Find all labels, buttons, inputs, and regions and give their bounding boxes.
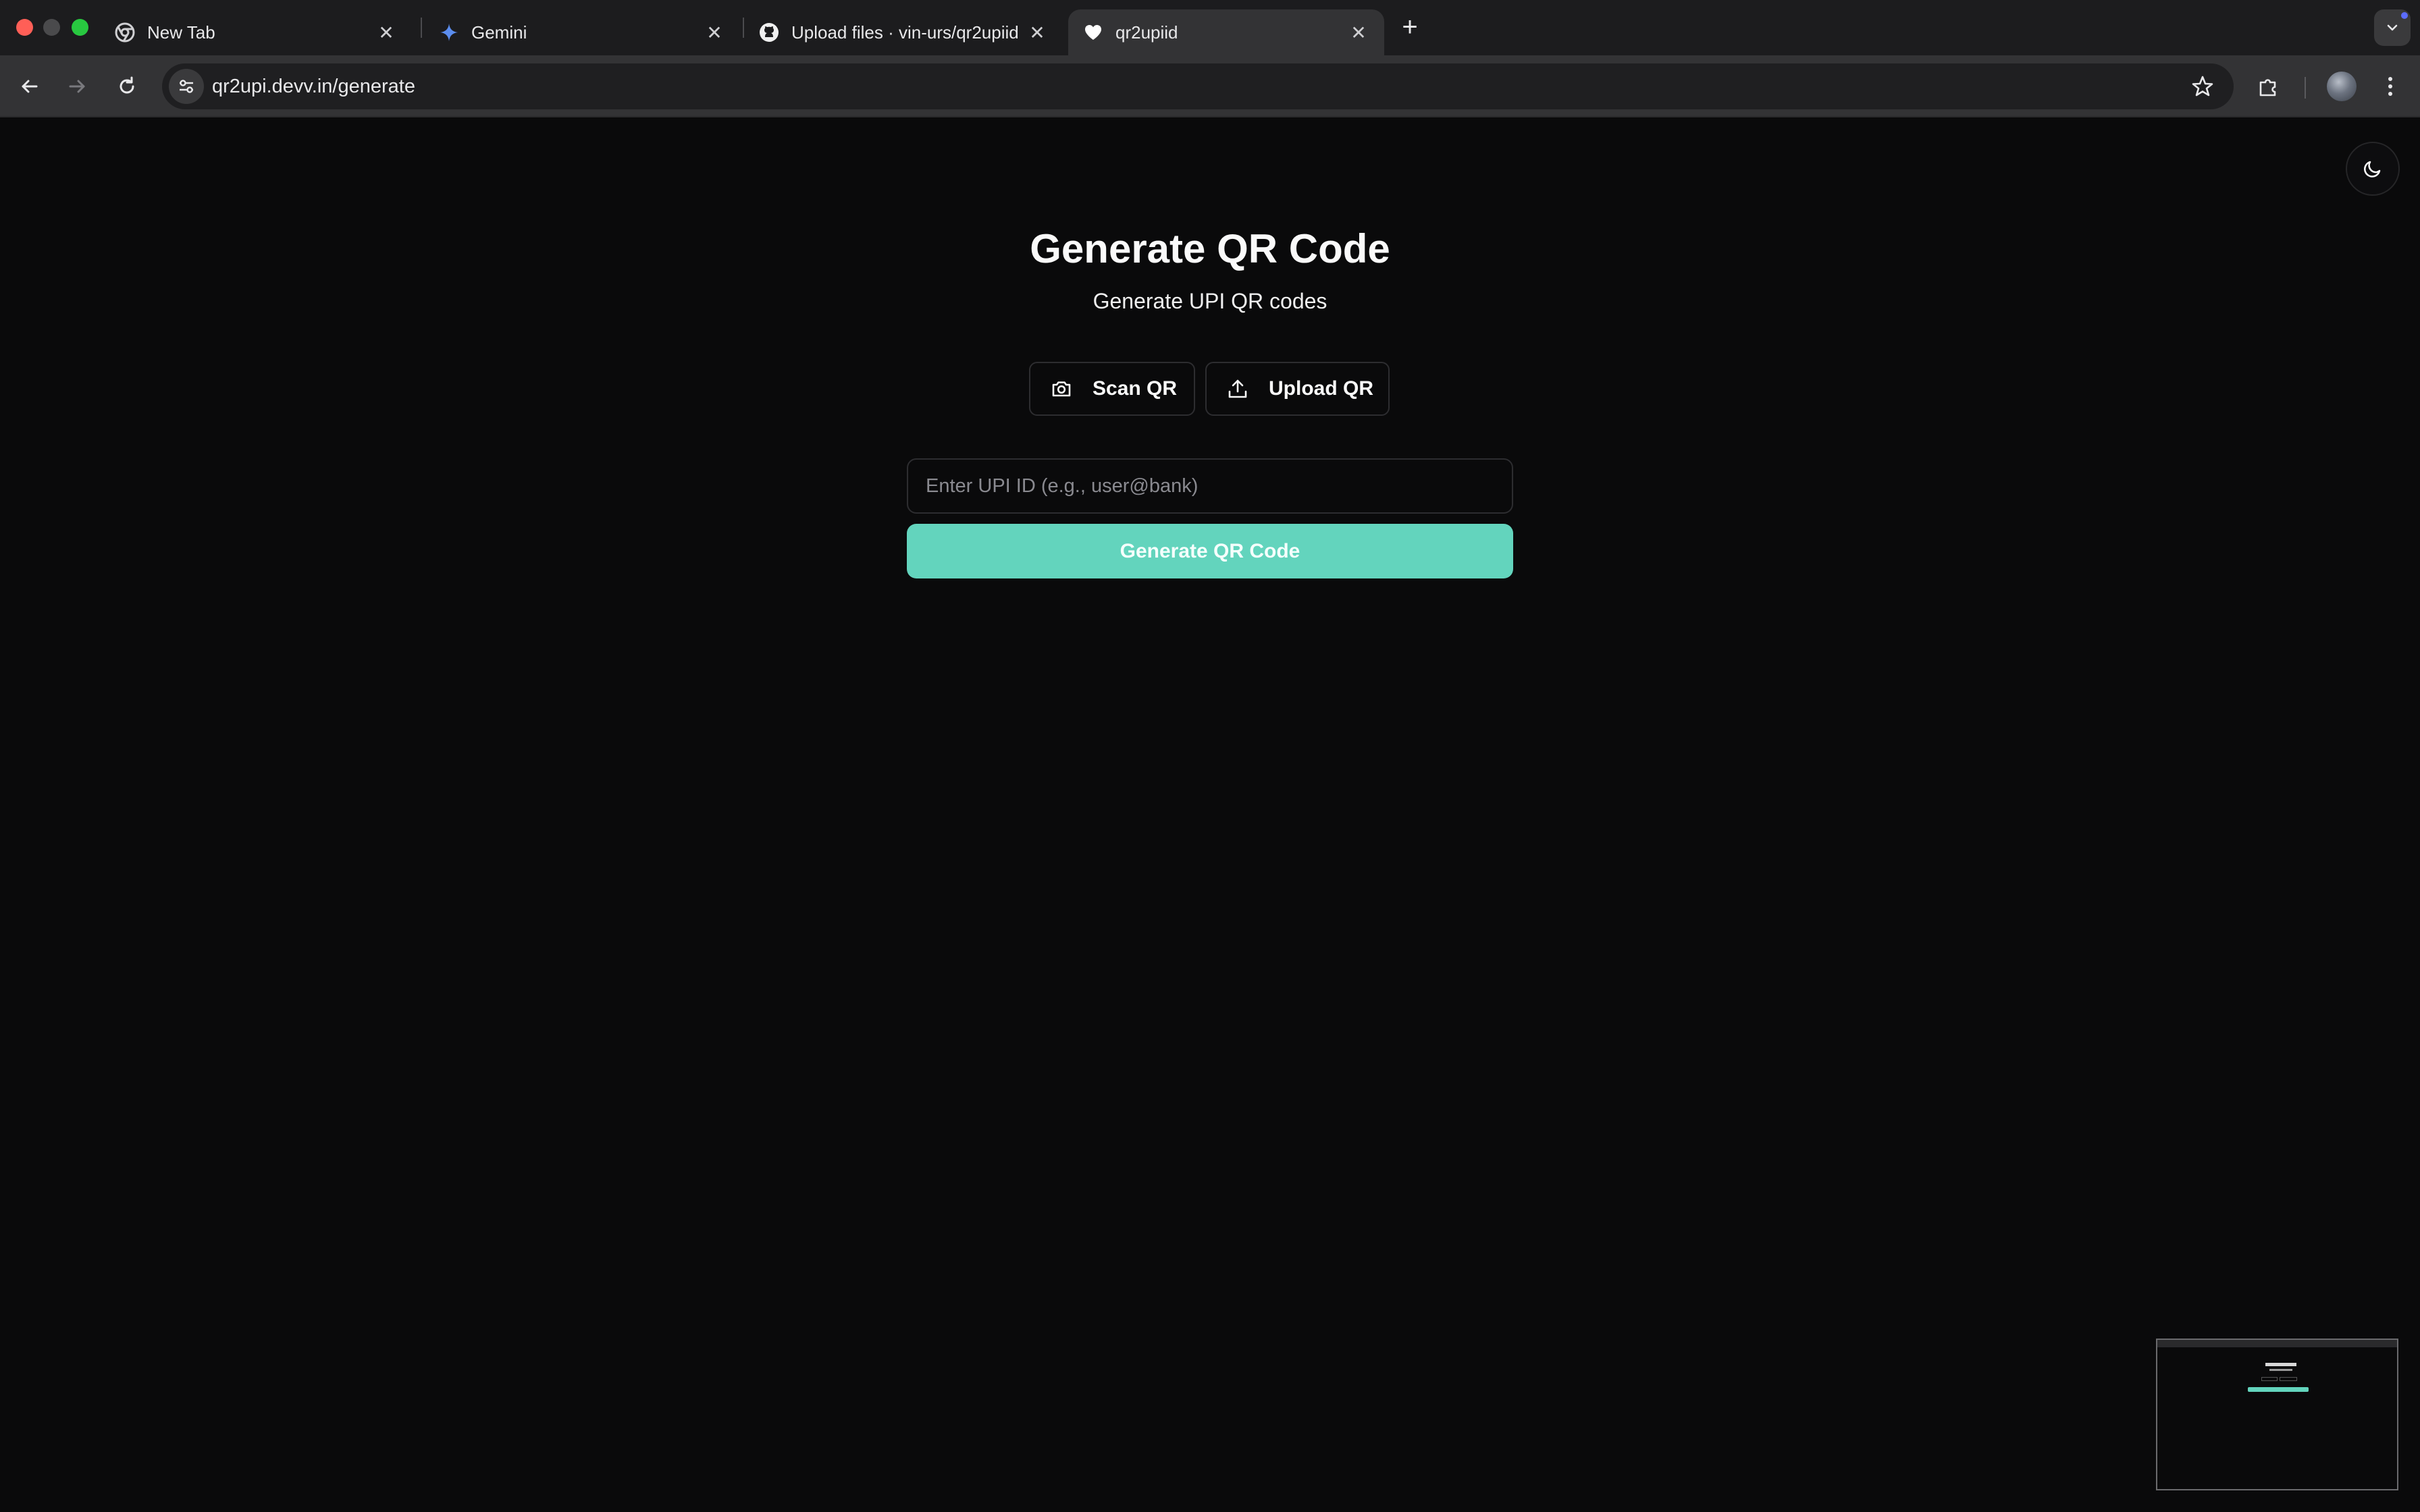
preview-subtitle xyxy=(2269,1369,2292,1371)
url-text[interactable]: qr2upi.devv.in/generate xyxy=(212,76,415,98)
theme-toggle-button[interactable] xyxy=(2346,142,2400,196)
tab-label: qr2upiid xyxy=(1115,22,1178,43)
close-icon[interactable]: ✕ xyxy=(1348,22,1369,43)
close-icon[interactable]: ✕ xyxy=(375,22,397,43)
browser-menu-button[interactable] xyxy=(2374,70,2406,103)
upload-qr-button[interactable]: Upload QR xyxy=(1205,362,1390,416)
github-icon xyxy=(759,22,779,43)
gemini-icon xyxy=(439,22,459,43)
tab-strip: New Tab ✕ Gemini ✕ Upload files · vin-ur… xyxy=(0,0,2420,55)
preview-toolbar xyxy=(2157,1340,2397,1347)
tab-label: New Tab xyxy=(147,22,215,43)
close-icon[interactable]: ✕ xyxy=(704,22,725,43)
upload-qr-label: Upload QR xyxy=(1269,377,1373,400)
puzzle-icon xyxy=(2259,79,2276,97)
new-tab-button[interactable]: + xyxy=(1396,14,1423,40)
arrow-right-icon xyxy=(69,80,85,93)
tab-separator xyxy=(421,18,422,38)
preview-upload-button xyxy=(2280,1377,2297,1381)
tab-separator xyxy=(743,18,744,38)
preview-generate-button xyxy=(2248,1387,2309,1392)
more-vertical-icon xyxy=(2388,77,2392,96)
arrow-left-icon xyxy=(22,80,38,93)
page-content: Generate QR Code Generate UPI QR codes S… xyxy=(0,119,2420,1512)
generate-qr-button[interactable]: Generate QR Code xyxy=(907,524,1513,578)
reload-button[interactable] xyxy=(111,70,143,103)
profile-avatar[interactable] xyxy=(2327,72,2357,101)
maximize-window-button[interactable] xyxy=(72,19,88,36)
minimize-window-button[interactable] xyxy=(43,19,60,36)
toolbar-divider xyxy=(2305,77,2306,99)
chrome-icon xyxy=(115,22,135,43)
scan-qr-label: Scan QR xyxy=(1093,377,1178,400)
tab-label: Upload files · vin-urs/qr2upiid xyxy=(791,22,1019,43)
tab-label: Gemini xyxy=(471,22,527,43)
back-button[interactable] xyxy=(14,70,46,103)
camera-icon xyxy=(1051,378,1072,400)
extensions-button[interactable] xyxy=(2253,70,2285,103)
upi-id-input[interactable] xyxy=(907,458,1513,514)
preview-title xyxy=(2265,1363,2296,1366)
tab-gemini[interactable]: Gemini ✕ xyxy=(439,9,740,55)
chevron-down-icon xyxy=(2387,24,2398,31)
tab-qr2upiid[interactable]: qr2upiid ✕ xyxy=(1068,9,1384,55)
reload-icon xyxy=(120,76,134,94)
tab-search-button[interactable] xyxy=(2374,9,2411,46)
page-subtitle: Generate UPI QR codes xyxy=(1093,289,1327,313)
tab-github-upload[interactable]: Upload files · vin-urs/qr2upiid ✕ xyxy=(759,9,1063,55)
close-window-button[interactable] xyxy=(16,19,33,36)
close-icon[interactable]: ✕ xyxy=(1026,22,1048,43)
forward-button[interactable] xyxy=(61,70,93,103)
upload-icon xyxy=(1227,378,1248,400)
site-settings-icon[interactable] xyxy=(169,69,204,104)
moon-icon xyxy=(2364,161,2381,178)
scan-qr-button[interactable]: Scan QR xyxy=(1029,362,1195,416)
address-bar[interactable]: qr2upi.devv.in/generate xyxy=(162,63,2234,109)
notification-dot xyxy=(2401,12,2408,19)
browser-toolbar: qr2upi.devv.in/generate xyxy=(0,55,2420,117)
heart-icon xyxy=(1083,22,1103,43)
tab-new-tab[interactable]: New Tab ✕ xyxy=(115,9,412,55)
bookmark-star-icon[interactable] xyxy=(2190,74,2215,99)
page-title: Generate QR Code xyxy=(1030,226,1390,271)
preview-scan-button xyxy=(2261,1377,2278,1381)
window-preview-thumbnail[interactable] xyxy=(2156,1339,2398,1490)
